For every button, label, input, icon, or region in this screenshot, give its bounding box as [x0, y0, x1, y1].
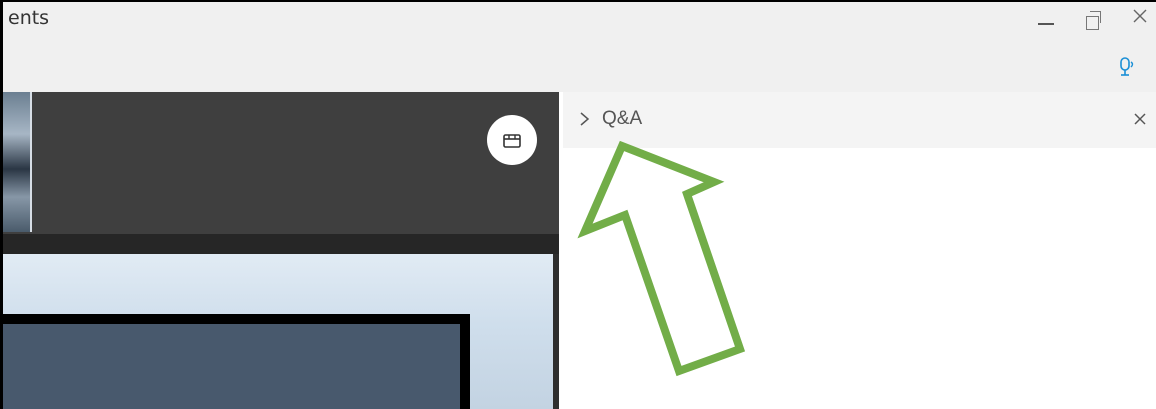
microphone-button[interactable]: [1118, 56, 1138, 78]
shared-screen-content: [3, 324, 460, 409]
qa-title: Q&A: [602, 108, 643, 129]
window-titlebar: ents: [0, 0, 1156, 92]
chevron-right-icon: [580, 112, 590, 126]
video-divider: [3, 234, 559, 254]
frame-border-top: [0, 0, 1156, 2]
capture-button[interactable]: [487, 115, 537, 165]
video-strip: [3, 92, 559, 234]
minimize-button[interactable]: [1034, 10, 1060, 34]
camera-capture-icon: [503, 134, 521, 148]
participant-thumbnail[interactable]: [3, 92, 32, 232]
window-title: ents: [8, 7, 50, 29]
frame-border-left: [0, 0, 3, 409]
close-icon: [1133, 9, 1147, 23]
video-edge: [553, 254, 559, 409]
maximize-button[interactable]: [1080, 6, 1106, 32]
close-window-button[interactable]: [1126, 4, 1154, 32]
microphone-icon: [1120, 57, 1134, 76]
qa-close-button[interactable]: [1128, 107, 1152, 131]
close-icon: [1134, 113, 1146, 125]
qa-expand-button[interactable]: [578, 108, 592, 130]
qa-header: [563, 92, 1156, 148]
